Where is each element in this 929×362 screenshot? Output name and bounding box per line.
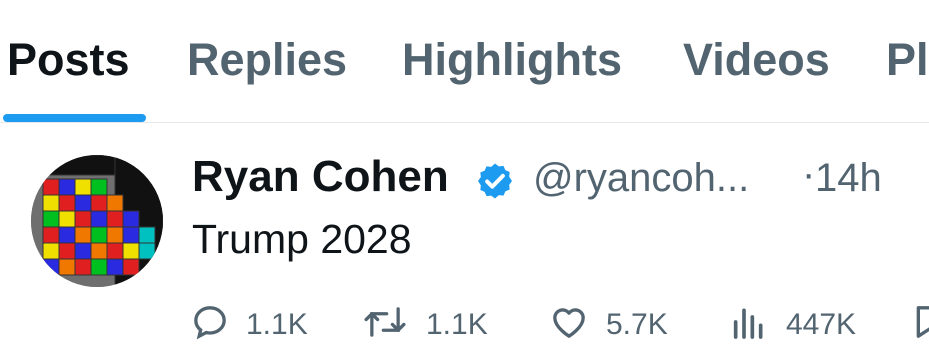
active-tab-indicator (3, 114, 146, 122)
tab-highlights[interactable]: Highlights (402, 34, 622, 86)
repost-icon (364, 307, 406, 337)
post-text: Trump 2028 (192, 216, 412, 262)
tetris-blocks-avatar-icon (31, 155, 163, 287)
avatar[interactable] (31, 155, 163, 287)
repost-button[interactable]: 1.1K (362, 292, 492, 352)
separator-dot: · (802, 152, 816, 196)
verified-badge-icon (478, 163, 512, 199)
bookmark-icon (916, 306, 929, 338)
views-button[interactable]: 447K (728, 292, 868, 352)
like-count: 5.7K (606, 308, 668, 341)
post-actions: 1.1K 1.1K 5.7K 447K (0, 292, 929, 352)
like-button[interactable]: 5.7K (548, 292, 678, 352)
views-icon (733, 308, 763, 339)
reply-button[interactable]: 1.1K (190, 292, 310, 352)
profile-tabs: Posts Replies Highlights Videos Pl (0, 0, 929, 123)
tab-videos[interactable]: Videos (683, 34, 830, 86)
tab-partial[interactable]: Pl (886, 34, 929, 86)
reply-count: 1.1K (246, 308, 308, 341)
reply-icon (194, 306, 226, 340)
author-name[interactable]: Ryan Cohen (192, 152, 449, 202)
post-timestamp[interactable]: 14h (815, 156, 882, 201)
repost-count: 1.1K (426, 308, 488, 341)
tab-posts[interactable]: Posts (7, 34, 130, 86)
tab-replies[interactable]: Replies (187, 34, 347, 86)
author-handle[interactable]: @ryancoh... (533, 156, 749, 201)
bookmark-button[interactable] (910, 292, 929, 352)
like-icon (553, 308, 585, 338)
views-count: 447K (786, 308, 857, 341)
